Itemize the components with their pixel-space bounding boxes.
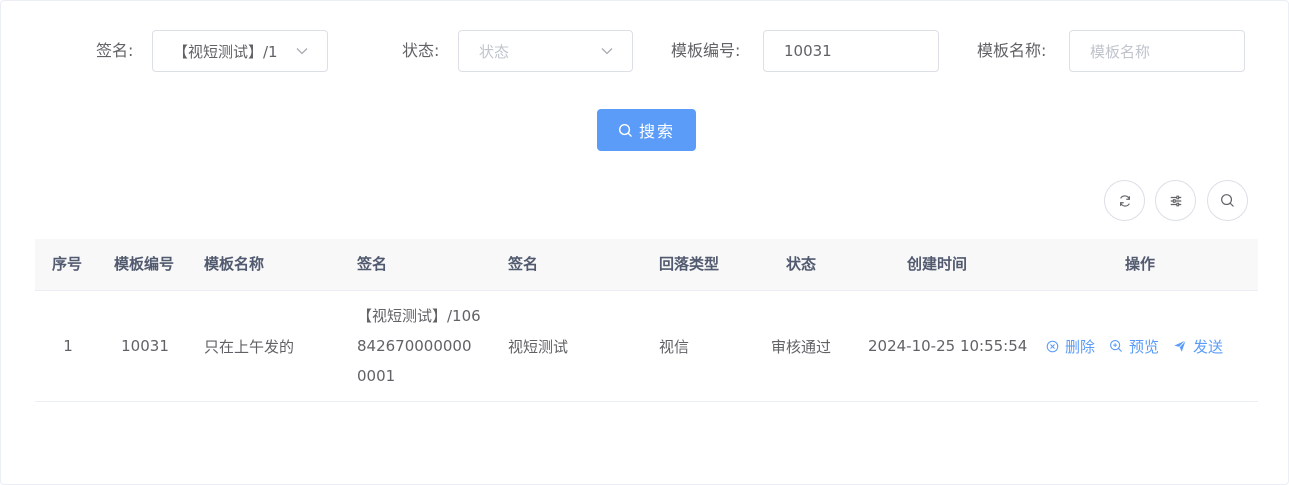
column-header-sign-name: 签名	[508, 255, 539, 273]
preview-button[interactable]: 预览	[1109, 336, 1159, 357]
chevron-down-icon	[601, 48, 613, 55]
zoom-in-icon	[1110, 340, 1122, 352]
row-template-name: 只在上午发的	[204, 337, 295, 356]
send-button[interactable]: 发送	[1173, 336, 1223, 357]
row-actions: 删除 预览 发送	[1046, 291, 1223, 401]
template-name-filter-label: 模板名称:	[977, 41, 1047, 60]
toggle-search-button[interactable]	[1207, 180, 1248, 221]
sign-select[interactable]: 【视短测试】/1	[152, 30, 328, 72]
column-header-template-name: 模板名称	[204, 255, 265, 273]
column-header-created-at: 创建时间	[907, 255, 968, 273]
template-name-input[interactable]: 模板名称	[1069, 30, 1245, 72]
search-icon	[618, 123, 632, 137]
status-filter-label: 状态:	[402, 41, 440, 60]
template-name-input-placeholder: 模板名称	[1090, 42, 1151, 61]
column-header-fallback-type: 回落类型	[659, 255, 720, 273]
row-status: 审核通过	[771, 337, 832, 356]
row-index: 1	[63, 337, 73, 355]
refresh-button[interactable]	[1104, 180, 1145, 221]
chevron-down-icon	[296, 48, 308, 55]
sliders-icon	[1170, 195, 1181, 206]
preview-button-label: 预览	[1129, 337, 1160, 356]
row-sign-name: 视短测试	[508, 337, 569, 356]
delete-button[interactable]: 删除	[1046, 336, 1095, 357]
table-row: 1 10031 只在上午发的 【视短测试】/106842670000000000…	[35, 291, 1258, 402]
column-header-status: 状态	[786, 255, 817, 273]
sign-select-value: 【视短测试】/1	[173, 42, 278, 61]
delete-button-label: 删除	[1065, 337, 1096, 356]
search-button-label: 搜索	[638, 122, 675, 141]
main-panel: 签名: 【视短测试】/1 状态: 状态 模板编号: 10031 模板名称: 模板…	[0, 0, 1289, 485]
send-button-label: 发送	[1193, 337, 1224, 356]
circle-close-icon	[1046, 340, 1059, 352]
row-fallback-type: 视信	[659, 337, 690, 356]
status-select-placeholder: 状态	[479, 42, 510, 61]
search-icon	[1221, 194, 1234, 207]
column-header-index: 序号	[52, 255, 83, 273]
template-id-input-value: 10031	[784, 42, 832, 60]
row-created-at: 2024-10-25 10:55:54	[868, 337, 1028, 355]
sign-filter-label: 签名:	[96, 41, 134, 60]
column-header-template-id: 模板编号	[114, 255, 175, 273]
row-template-id: 10031	[121, 337, 169, 355]
template-id-filter-label: 模板编号:	[671, 41, 741, 60]
search-button[interactable]: 搜索	[597, 109, 696, 151]
template-id-input[interactable]: 10031	[763, 30, 939, 72]
column-header-sign-full: 签名	[357, 255, 388, 273]
table-header: 序号 模板编号 模板名称 签名 签名 回落类型 状态 创建时间 操作	[35, 239, 1258, 291]
status-select[interactable]: 状态	[458, 30, 633, 72]
refresh-icon	[1119, 194, 1130, 207]
template-table: 序号 模板编号 模板名称 签名 签名 回落类型 状态 创建时间 操作 1 100…	[35, 239, 1258, 402]
send-icon	[1174, 340, 1187, 352]
row-sign-full: 【视短测试】/1068426700000000001	[357, 307, 481, 385]
column-settings-button[interactable]	[1155, 180, 1196, 221]
column-header-actions: 操作	[1125, 255, 1156, 273]
